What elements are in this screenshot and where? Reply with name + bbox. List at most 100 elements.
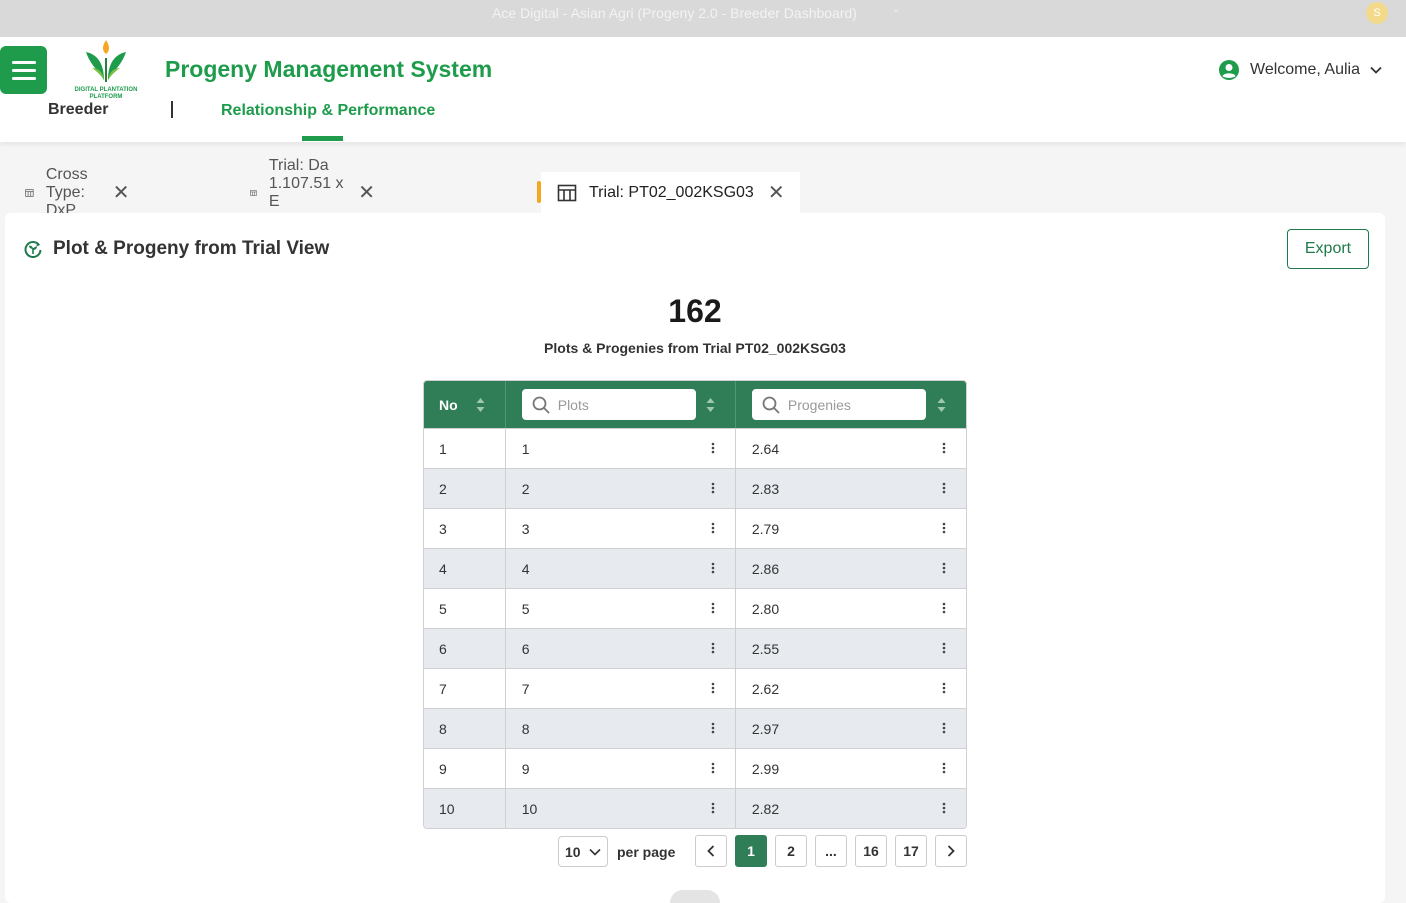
tab-cross-type[interactable]: Cross Type: DxP ✕ (25, 166, 130, 219)
cell-plot: 2 (506, 469, 736, 508)
cell-progeny: 2.64 (736, 429, 966, 468)
more-options-icon[interactable] (711, 562, 715, 574)
cell-plot-value: 8 (521, 720, 530, 737)
cell-no: 1 (424, 429, 506, 468)
cell-plot-value: 9 (521, 760, 530, 777)
cell-progeny-value: 2.79 (751, 520, 780, 537)
cell-plot-value: 2 (521, 480, 530, 497)
table-row[interactable]: 3 3 2.79 (424, 508, 966, 548)
column-header-progenies (736, 381, 966, 428)
nav-divider (171, 101, 173, 118)
table-row[interactable]: 2 2 2.83 (424, 468, 966, 508)
close-icon[interactable]: ✕ (113, 183, 130, 203)
sort-icon[interactable] (706, 397, 715, 413)
tab-label: Trial: PT02_002KSG03 (589, 184, 754, 201)
scroll-handle[interactable] (670, 890, 720, 903)
progenies-search[interactable] (751, 389, 926, 420)
table-row[interactable]: 9 9 2.99 (424, 748, 966, 788)
more-options-icon[interactable] (942, 722, 946, 734)
tab-label: Cross Type: DxP (45, 166, 88, 219)
cell-plot-value: 5 (521, 600, 530, 617)
sort-icon[interactable] (937, 397, 946, 413)
welcome-text: Welcome, Aulia (1250, 61, 1360, 78)
export-button[interactable]: Export (1287, 229, 1369, 269)
prev-page-button[interactable] (695, 835, 727, 867)
tab-trial-pt02[interactable]: Trial: PT02_002KSG03 ✕ (541, 172, 800, 214)
more-options-icon[interactable] (711, 442, 715, 454)
page-button[interactable]: 16 (855, 835, 887, 867)
more-options-icon[interactable] (942, 482, 946, 494)
table-row[interactable]: 7 7 2.62 (424, 668, 966, 708)
more-options-icon[interactable] (942, 562, 946, 574)
more-options-icon[interactable] (711, 602, 715, 614)
more-options-icon[interactable] (942, 682, 946, 694)
sprout-cycle-icon (24, 241, 42, 259)
table-row[interactable]: 10 10 2.82 (424, 788, 966, 828)
more-options-icon[interactable] (942, 522, 946, 534)
per-page-select[interactable]: 10 (558, 836, 608, 867)
app-title: Progeny Management System (165, 56, 493, 82)
more-options-icon[interactable] (711, 642, 715, 654)
column-header-no[interactable]: No (424, 381, 506, 428)
plots-search[interactable] (521, 389, 696, 420)
cell-no-value: 6 (439, 640, 447, 657)
nav-relationship-performance[interactable]: Relationship & Performance (221, 102, 435, 120)
close-icon[interactable]: ✕ (768, 183, 785, 203)
page-button[interactable]: 2 (775, 835, 807, 867)
more-options-icon[interactable] (711, 802, 715, 814)
cell-no-value: 10 (439, 800, 455, 817)
cell-no-value: 9 (439, 760, 447, 777)
more-options-icon[interactable] (711, 482, 715, 494)
profile-badge[interactable]: S (1366, 2, 1388, 24)
cell-progeny: 2.83 (736, 469, 966, 508)
cell-plot: 8 (506, 709, 736, 748)
more-options-icon[interactable] (711, 522, 715, 534)
page-button[interactable]: ... (815, 835, 847, 867)
cell-progeny-value: 2.64 (751, 440, 780, 457)
table-row[interactable]: 4 4 2.86 (424, 548, 966, 588)
app-header: DIGITAL PLANTATION PLATFORM Progeny Mana… (0, 37, 1406, 142)
next-page-button[interactable] (935, 835, 967, 867)
column-header-plots (506, 381, 736, 428)
more-options-icon[interactable] (711, 722, 715, 734)
tab-trial-cross[interactable]: Trial: Da 1.107.51 x E 1.316.14 ✕ (250, 157, 375, 228)
cell-no-value: 3 (439, 520, 447, 537)
more-options-icon[interactable] (942, 602, 946, 614)
cell-plot-value: 10 (521, 800, 538, 817)
cell-plot: 10 (506, 789, 736, 828)
cell-progeny: 2.86 (736, 549, 966, 588)
cell-plot: 3 (506, 509, 736, 548)
more-options-icon[interactable] (942, 442, 946, 454)
hamburger-menu-button[interactable] (0, 46, 47, 94)
table-header: No (424, 381, 966, 428)
chevron-down-icon[interactable]: ⌄ (892, 4, 900, 15)
more-options-icon[interactable] (942, 642, 946, 654)
progenies-search-input[interactable] (787, 396, 918, 413)
user-menu[interactable]: Welcome, Aulia (1218, 59, 1382, 81)
cell-no-value: 8 (439, 720, 447, 737)
cell-plot: 4 (506, 549, 736, 588)
cell-progeny-value: 2.97 (751, 720, 780, 737)
cell-no-value: 7 (439, 680, 447, 697)
more-options-icon[interactable] (711, 682, 715, 694)
search-icon (532, 396, 550, 414)
plots-search-input[interactable] (557, 396, 688, 413)
pagination: 10 per page (558, 835, 675, 868)
page-button[interactable]: 1 (735, 835, 767, 867)
cell-plot-value: 6 (521, 640, 530, 657)
more-options-icon[interactable] (711, 762, 715, 774)
sort-icon[interactable] (476, 397, 485, 413)
table-row[interactable]: 8 8 2.97 (424, 708, 966, 748)
table-icon (557, 184, 577, 202)
nav-breeder[interactable]: Breeder (48, 101, 108, 119)
cell-no: 2 (424, 469, 506, 508)
page-button[interactable]: 17 (895, 835, 927, 867)
cell-progeny-value: 2.82 (751, 800, 780, 817)
chevron-right-icon (947, 845, 955, 857)
table-row[interactable]: 6 6 2.55 (424, 628, 966, 668)
table-row[interactable]: 1 1 2.64 (424, 428, 966, 468)
more-options-icon[interactable] (942, 802, 946, 814)
table-row[interactable]: 5 5 2.80 (424, 588, 966, 628)
close-icon[interactable]: ✕ (358, 183, 375, 203)
more-options-icon[interactable] (942, 762, 946, 774)
